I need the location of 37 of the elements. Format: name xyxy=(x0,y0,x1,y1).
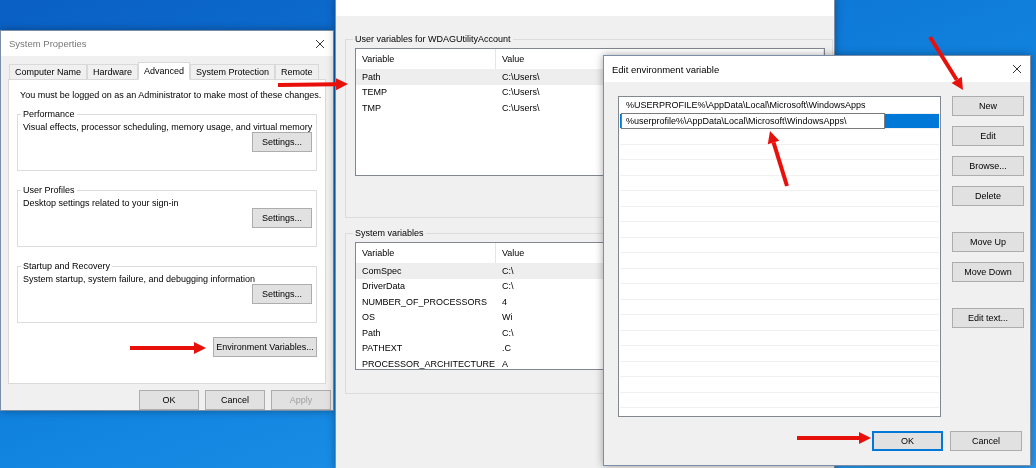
tab[interactable]: Remote xyxy=(275,64,319,80)
dialog-button[interactable]: Cancel xyxy=(950,431,1022,451)
group-description: Desktop settings related to your sign-in xyxy=(23,198,180,208)
settings-button[interactable]: Settings... xyxy=(252,284,312,304)
group-title: User Profiles xyxy=(22,185,76,195)
close-icon[interactable] xyxy=(315,38,325,49)
window-title: System Properties xyxy=(9,38,87,49)
side-button[interactable]: Delete xyxy=(952,186,1024,206)
group-title: Performance xyxy=(22,109,76,119)
group-title: System variables xyxy=(354,228,425,238)
annotation-arrow xyxy=(767,131,789,187)
settings-button[interactable]: Settings... xyxy=(252,132,312,152)
path-entry-row[interactable]: %USERPROFILE%\AppData\Local\Microsoft\WindowsApps xyxy=(620,98,939,114)
close-icon[interactable] xyxy=(1012,64,1022,74)
environment-variables-button[interactable]: Environment Variables... xyxy=(213,337,317,357)
tab[interactable]: Hardware xyxy=(87,64,139,80)
side-button[interactable]: Edit text... xyxy=(952,308,1024,328)
path-entry-row[interactable]: %userprofile%\AppData\Local\Microsoft\WindowsApps\ xyxy=(620,113,939,129)
dialog-button[interactable]: OK xyxy=(872,431,943,451)
tab[interactable]: Advanced xyxy=(138,62,191,80)
group-description: System startup, system failure, and debugging information xyxy=(23,274,257,284)
side-button[interactable]: Move Down xyxy=(952,262,1024,282)
group-title: Startup and Recovery xyxy=(22,261,112,271)
group-description: Visual effects, processor scheduling, memory usage, and virtual memory xyxy=(23,122,312,132)
tab[interactable]: System Protection xyxy=(190,64,276,80)
dialog-button[interactable]: OK xyxy=(139,390,199,410)
settings-button[interactable]: Settings... xyxy=(252,208,312,228)
annotation-arrow xyxy=(928,35,963,90)
tab[interactable]: Computer Name xyxy=(9,64,88,80)
side-button[interactable]: Browse... xyxy=(952,156,1024,176)
group-title: User variables for WDAGUtilityAccount xyxy=(354,34,512,44)
window-title: Edit environment variable xyxy=(612,63,720,75)
side-button[interactable]: New xyxy=(952,96,1024,116)
annotation-arrow xyxy=(277,78,348,91)
side-button[interactable]: Edit xyxy=(952,126,1024,146)
side-button[interactable]: Move Up xyxy=(952,232,1024,252)
dialog-button[interactable]: Cancel xyxy=(205,390,265,410)
